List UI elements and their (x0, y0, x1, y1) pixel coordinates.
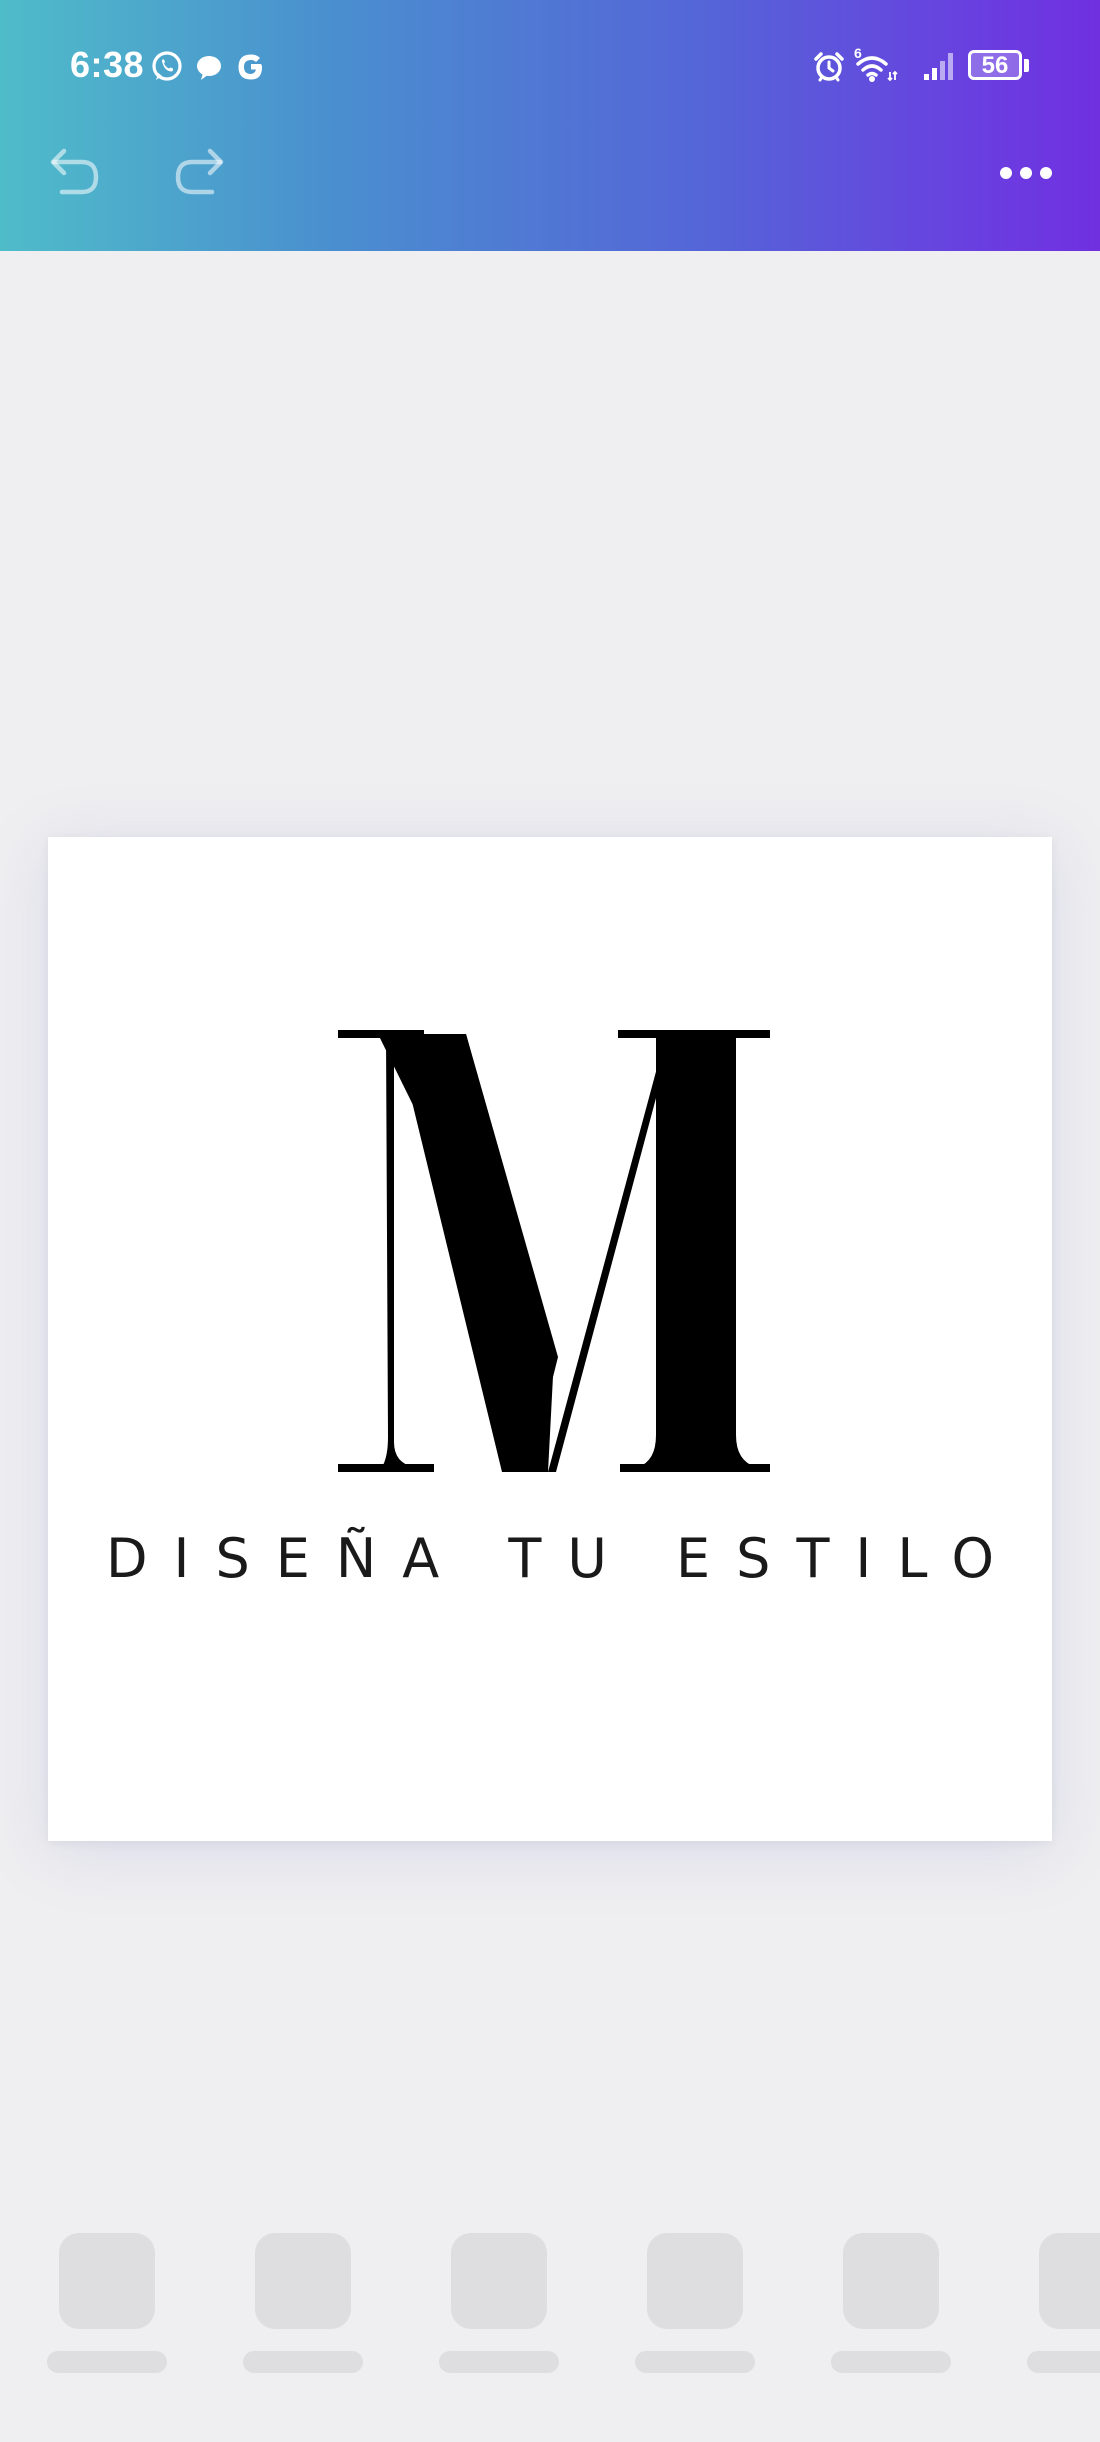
tagline-text[interactable]: DISEÑA TU ESTILO (48, 1527, 1052, 1590)
tool-placeholder-label (439, 2351, 559, 2373)
tool-placeholder-icon (647, 2233, 743, 2329)
tool-placeholder-label (1027, 2351, 1100, 2373)
top-app-bar: 6:38 6 56 (0, 0, 1100, 251)
tool-placeholder-label (47, 2351, 167, 2373)
tool-placeholder-icon (451, 2233, 547, 2329)
more-options-button[interactable] (996, 145, 1056, 205)
tool-placeholder-label (635, 2351, 755, 2373)
status-time: 6:38 (70, 44, 145, 85)
monogram-m-logo[interactable] (48, 837, 1052, 1841)
more-horizontal-icon (996, 163, 1056, 188)
redo-icon (170, 146, 230, 205)
battery-icon: 56 (968, 50, 1022, 80)
redo-button[interactable] (170, 145, 230, 205)
undo-icon (44, 146, 104, 205)
whatsapp-icon (150, 50, 184, 84)
tool-placeholder-icon (255, 2233, 351, 2329)
undo-button[interactable] (44, 145, 104, 205)
tool-placeholder-label (243, 2351, 363, 2373)
signal-icon (922, 50, 958, 87)
tool-placeholder-label (831, 2351, 951, 2373)
battery-nub (1024, 59, 1029, 72)
alarm-icon (812, 50, 846, 89)
wifi-badge: 6 (854, 45, 862, 61)
tool-placeholder-icon (59, 2233, 155, 2329)
wifi-6-icon: 6 (852, 44, 902, 91)
design-page[interactable]: DISEÑA TU ESTILO (48, 837, 1052, 1841)
status-bar: 6:38 6 56 (0, 0, 1100, 130)
chat-bubble-icon (194, 53, 228, 87)
tool-placeholder-icon (843, 2233, 939, 2329)
google-icon (234, 50, 268, 84)
tool-placeholder-icon (1039, 2233, 1100, 2329)
